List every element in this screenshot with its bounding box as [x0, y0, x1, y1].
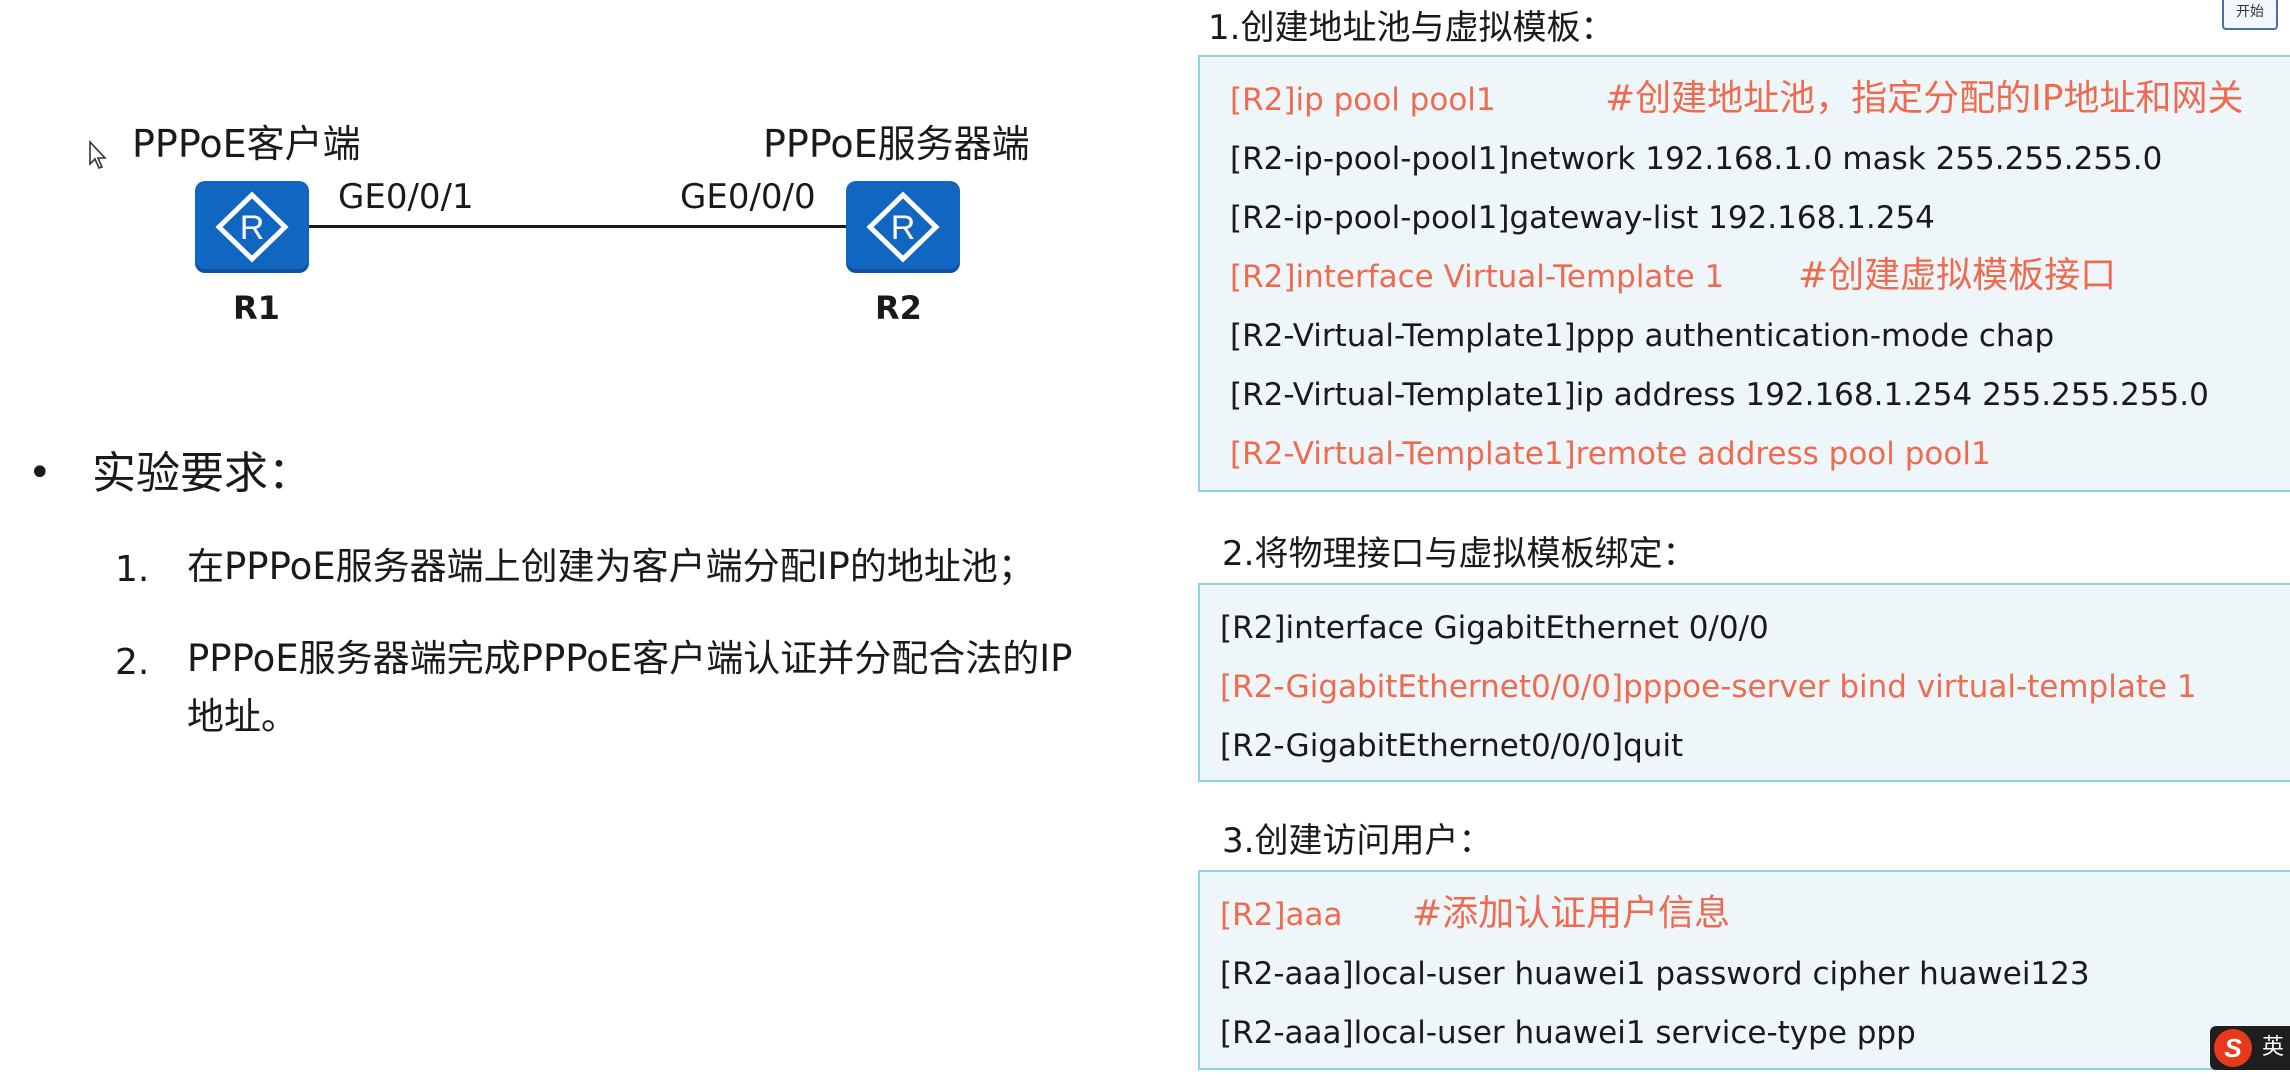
r2-role-label: PPPoE服务器端: [763, 122, 1030, 166]
code-line: [R2-ip-pool-pool1]gateway-list 192.168.1…: [1230, 200, 1935, 236]
req-item-2-text-line2: 地址。: [187, 695, 298, 738]
section3-panel: [R2]aaa #添加认证用户信息 [R2-aaa]local-user hua…: [1198, 870, 2290, 1070]
req-item-1-text: 在PPPoE服务器端上创建为客户端分配IP的地址池；: [187, 545, 1035, 588]
router-icon: R: [215, 191, 289, 263]
r1-name: R1: [233, 289, 280, 327]
code-line: [R2-ip-pool-pool1]network 192.168.1.0 ma…: [1230, 141, 2163, 177]
code-line: [R2]aaa: [1220, 897, 1343, 933]
code-line: [R2-Virtual-Template1]ip address 192.168…: [1230, 377, 2209, 413]
code-line: [R2-aaa]local-user huawei1 password ciph…: [1220, 956, 2090, 992]
code-line: [R2-GigabitEthernet0/0/0]quit: [1220, 728, 1684, 764]
code-line: [R2-GigabitEthernet0/0/0]pppoe-server bi…: [1220, 669, 2197, 705]
ime-mode-label: 英: [2262, 1035, 2285, 1060]
sogou-ime-widget[interactable]: S 英: [2210, 1026, 2290, 1070]
start-button[interactable]: 开始: [2222, 0, 2278, 30]
code-line: [R2]interface Virtual-Template 1: [1230, 259, 1725, 295]
section1-title: 1.创建地址池与虚拟模板：: [1208, 8, 1615, 48]
code-line: [R2-Virtual-Template1]remote address poo…: [1230, 436, 1991, 472]
section2-title: 2.将物理接口与虚拟模板绑定：: [1222, 534, 1697, 574]
r2-name: R2: [875, 289, 922, 327]
code-comment: #添加认证用户信息: [1412, 893, 1731, 934]
requirements: • 实验要求： 1. 在PPPoE服务器端上创建为客户端分配IP的地址池； 2.…: [0, 430, 1180, 770]
code-line: [R2-aaa]local-user huawei1 service-type …: [1220, 1015, 1916, 1051]
r2-port-label: GE0/0/0: [680, 177, 816, 217]
code-line: [R2]interface GigabitEthernet 0/0/0: [1220, 610, 1769, 646]
code-line: [R2-Virtual-Template1]ppp authentication…: [1230, 318, 2055, 354]
section3-title: 3.创建访问用户：: [1222, 821, 1493, 861]
req-item-2-num: 2.: [115, 642, 150, 683]
code-comment: #创建地址池，指定分配的IP地址和网关: [1605, 78, 2244, 119]
section1-panel: [R2]ip pool pool1 #创建地址池，指定分配的IP地址和网关 [R…: [1198, 55, 2290, 492]
r1-role-label: PPPoE客户端: [132, 122, 361, 166]
router-glyph: R: [240, 209, 265, 247]
router-r2[interactable]: R: [846, 181, 960, 273]
r1-port-label: GE0/0/1: [338, 177, 474, 217]
bullet-dot: •: [28, 450, 52, 496]
router-icon: R: [866, 191, 940, 263]
router-r1[interactable]: R: [195, 181, 309, 273]
code-line: [R2]ip pool pool1: [1230, 82, 1496, 118]
req-item-1-num: 1.: [115, 549, 150, 590]
requirements-title: 实验要求：: [92, 448, 312, 499]
mouse-cursor-icon: [89, 140, 107, 169]
router-glyph: R: [891, 209, 916, 247]
req-item-2-text-line1: PPPoE服务器端完成PPPoE客户端认证并分配合法的IP: [187, 637, 1073, 680]
link-line: [305, 225, 850, 228]
code-comment: #创建虚拟模板接口: [1798, 255, 2117, 296]
sogou-ime-icon: S: [2214, 1029, 2252, 1067]
section2-panel: [R2]interface GigabitEthernet 0/0/0 [R2-…: [1198, 583, 2290, 782]
topology-diagram: PPPoE客户端 PPPoE服务器端 GE0/0/1 GE0/0/0 R R R…: [0, 0, 1180, 360]
